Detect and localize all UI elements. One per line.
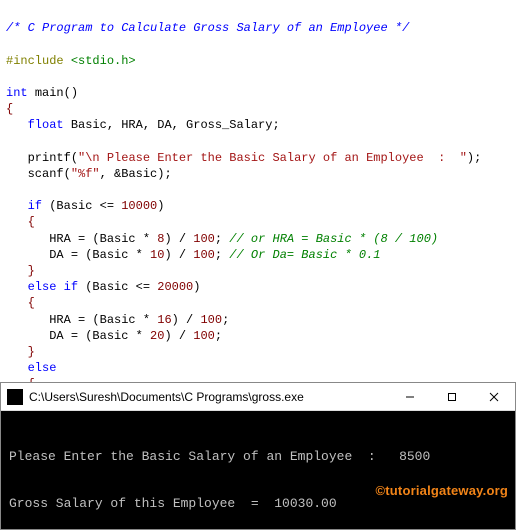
watermark: ©tutorialgateway.org xyxy=(375,483,508,498)
titlebar[interactable]: C:\Users\Suresh\Documents\C Programs\gro… xyxy=(1,383,515,411)
var-decl: Basic, HRA, DA, Gross_Salary; xyxy=(64,118,280,132)
console-line-1: Please Enter the Basic Salary of an Empl… xyxy=(9,449,430,464)
console-line-2: Gross Salary of this Employee = 10030.00 xyxy=(9,496,337,511)
comment-hra: // or HRA = Basic * (8 / 100) xyxy=(222,232,438,246)
prompt-string: "\n Please Enter the Basic Salary of an … xyxy=(78,151,467,165)
maximize-icon xyxy=(447,392,457,402)
comment-top: /* C Program to Calculate Gross Salary o… xyxy=(6,21,409,35)
maximize-button[interactable] xyxy=(431,383,473,410)
scan-format: "%f" xyxy=(71,167,100,181)
close-icon xyxy=(489,392,499,402)
kw-float: float xyxy=(28,118,64,132)
kw-elseif: else if xyxy=(28,280,78,294)
console-window: C:\Users\Suresh\Documents\C Programs\gro… xyxy=(0,382,516,530)
main-fn: main xyxy=(35,86,64,100)
comment-da: // Or Da= Basic * 0.1 xyxy=(222,248,380,262)
include-directive: #include xyxy=(6,54,64,68)
scanf-call: scanf xyxy=(28,167,64,181)
window-title: C:\Users\Suresh\Documents\C Programs\gro… xyxy=(29,390,389,404)
kw-if: if xyxy=(28,199,42,213)
close-button[interactable] xyxy=(473,383,515,410)
scan-arg: , &Basic); xyxy=(100,167,172,181)
minimize-button[interactable] xyxy=(389,383,431,410)
console-output: Please Enter the Basic Salary of an Empl… xyxy=(1,411,515,529)
include-header: <stdio.h> xyxy=(71,54,136,68)
kw-int: int xyxy=(6,86,28,100)
printf-call: printf xyxy=(28,151,71,165)
app-icon xyxy=(7,389,23,405)
kw-else: else xyxy=(28,361,57,375)
minimize-icon xyxy=(405,392,415,402)
